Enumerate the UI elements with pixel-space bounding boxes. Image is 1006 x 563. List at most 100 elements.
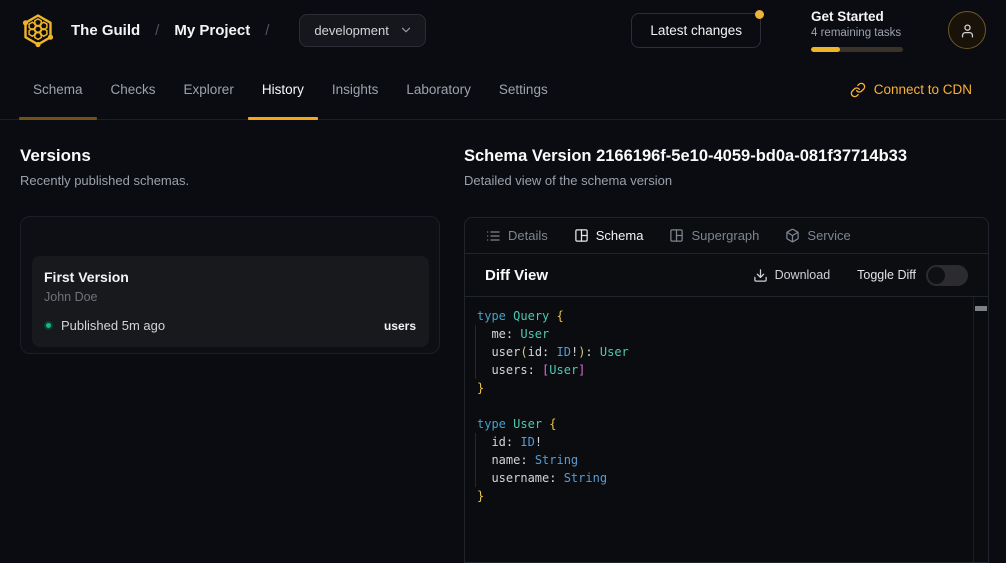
version-detail-subtitle: Detailed view of the schema version — [464, 172, 989, 189]
scrollbar-track — [973, 297, 974, 562]
code-token — [549, 309, 556, 323]
detail-tab-service[interactable]: Service — [785, 228, 850, 243]
user-avatar-button[interactable] — [948, 11, 986, 49]
code-token: : — [506, 435, 520, 449]
code-token: : — [585, 345, 599, 359]
breadcrumb-project[interactable]: My Project — [174, 22, 250, 39]
hive-logo-icon[interactable] — [20, 12, 56, 48]
nav-tabs: SchemaChecksExplorerHistoryInsightsLabor… — [19, 60, 562, 119]
versions-panel: Versions Recently published schemas. Fir… — [20, 145, 440, 354]
version-status-label: Published 5m ago — [61, 318, 165, 333]
detail-tab-details[interactable]: Details — [485, 228, 548, 244]
latest-changes-button[interactable]: Latest changes — [631, 13, 761, 48]
nav-tab-settings[interactable]: Settings — [485, 60, 562, 119]
code-token: : — [549, 471, 563, 485]
target-select-value: development — [314, 23, 388, 38]
code-token: username — [477, 471, 549, 485]
scrollbar-thumb[interactable] — [975, 306, 987, 311]
get-started-title: Get Started — [811, 9, 903, 25]
code-token: User — [600, 345, 629, 359]
schema-view-tabs: Details Schema Supergraph Service — [465, 218, 988, 254]
nav-tab-laboratory[interactable]: Laboratory — [392, 60, 485, 119]
code-line: me: User — [477, 325, 972, 343]
code-line: type Query { — [477, 307, 972, 325]
code-token: { — [549, 417, 556, 431]
schema-view-card: Details Schema Supergraph Service Diff View… — [464, 217, 989, 563]
code-token: User — [549, 363, 578, 377]
breadcrumb-separator: / — [265, 22, 269, 39]
code-token: ID — [520, 435, 534, 449]
nav-tab-checks[interactable]: Checks — [97, 60, 170, 119]
notification-dot — [755, 10, 764, 19]
box-icon — [785, 228, 800, 243]
code-line: username: String — [477, 469, 972, 487]
code-token: name — [477, 453, 520, 467]
code-token: } — [477, 381, 484, 395]
download-button[interactable]: Download — [753, 268, 831, 283]
code-line: } — [477, 487, 972, 505]
detail-tab-label: Service — [807, 228, 850, 243]
detail-tab-label: Details — [508, 228, 548, 243]
code-token: : — [542, 345, 556, 359]
breadcrumb-separator: / — [155, 22, 159, 39]
schema-code-viewer[interactable]: type Query { me: User user(id: ID!): Use… — [465, 297, 988, 562]
code-token: User — [520, 327, 549, 341]
detail-tab-label: Schema — [596, 228, 644, 243]
nav-tab-history[interactable]: History — [248, 60, 318, 119]
code-token: : — [528, 363, 542, 377]
user-icon — [959, 22, 976, 39]
latest-changes-label: Latest changes — [650, 23, 742, 38]
code-line: users: [User] — [477, 361, 972, 379]
code-token: : — [506, 327, 520, 341]
switch-knob — [928, 267, 945, 284]
code-line — [477, 397, 972, 415]
code-token: { — [557, 309, 564, 323]
connect-to-cdn-label: Connect to CDN — [874, 82, 972, 97]
code-token: Query — [513, 309, 549, 323]
detail-tab-label: Supergraph — [691, 228, 759, 243]
code-token: User — [513, 417, 542, 431]
code-token: user — [477, 345, 520, 359]
target-select-button[interactable]: development — [299, 14, 425, 47]
code-line: user(id: ID!): User — [477, 343, 972, 361]
code-token: ID — [557, 345, 571, 359]
code-line: type User { — [477, 415, 972, 433]
code-token: ] — [578, 363, 585, 377]
version-author: John Doe — [44, 289, 416, 305]
diff-view-title: Diff View — [485, 267, 548, 284]
indent-guide — [475, 325, 476, 379]
nav-tab-schema[interactable]: Schema — [19, 60, 97, 119]
detail-tab-schema[interactable]: Schema — [574, 228, 644, 243]
indent-guide — [475, 433, 476, 487]
service-badge[interactable]: users — [384, 319, 416, 333]
code-token: users — [477, 363, 528, 377]
top-header: The Guild / My Project / development Lat… — [0, 0, 1006, 60]
list-icon — [485, 228, 501, 244]
breadcrumb-org[interactable]: The Guild — [71, 22, 140, 39]
get-started-subtitle: 4 remaining tasks — [811, 26, 903, 41]
code-line: name: String — [477, 451, 972, 469]
get-started-widget[interactable]: Get Started 4 remaining tasks — [811, 9, 903, 52]
code-token: id — [477, 435, 506, 449]
version-detail-title: Schema Version 2166196f-5e10-4059-bd0a-0… — [464, 145, 989, 167]
code-line: id: ID! — [477, 433, 972, 451]
code-token: type — [477, 309, 506, 323]
code-token: ! — [535, 435, 542, 449]
code-token: : — [520, 453, 534, 467]
chevron-down-icon — [399, 23, 413, 37]
version-name: First Version — [44, 269, 416, 286]
toggle-diff-switch[interactable] — [926, 265, 968, 286]
version-list-item[interactable]: First Version John Doe Published 5m ago … — [32, 256, 429, 347]
nav-tab-insights[interactable]: Insights — [318, 60, 393, 119]
version-status-row: Published 5m ago users — [44, 318, 416, 333]
detail-tab-supergraph[interactable]: Supergraph — [669, 228, 759, 243]
columns-icon — [669, 228, 684, 243]
code-token: me — [477, 327, 506, 341]
get-started-progress-fill — [811, 47, 840, 52]
connect-to-cdn-link[interactable]: Connect to CDN — [850, 60, 972, 119]
code-token: type — [477, 417, 506, 431]
code-lines: type Query { me: User user(id: ID!): Use… — [477, 307, 972, 505]
code-token: } — [477, 489, 484, 503]
nav-tab-explorer[interactable]: Explorer — [170, 60, 248, 119]
versions-title: Versions — [20, 145, 440, 167]
